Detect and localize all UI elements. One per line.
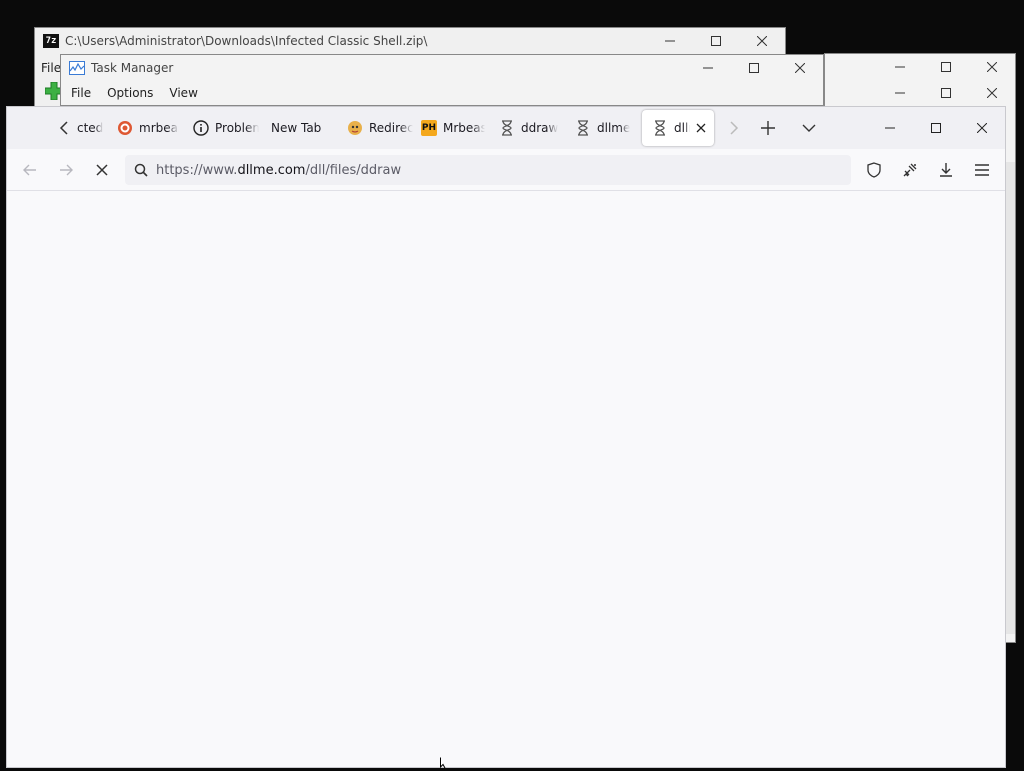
scroll-tabs-right-button[interactable] <box>719 113 749 143</box>
new-tab-button[interactable] <box>753 113 783 143</box>
close-button[interactable] <box>739 28 785 54</box>
minimize-button[interactable] <box>867 115 913 141</box>
stop-button[interactable] <box>87 155 117 185</box>
close-button[interactable] <box>969 80 1015 106</box>
tab-title: dllme <box>674 121 690 135</box>
taskmanager-icon <box>69 61 85 75</box>
arrow-left-icon <box>23 164 36 176</box>
taskmanager-title: Task Manager <box>91 61 174 75</box>
menu-view[interactable]: View <box>161 81 205 105</box>
close-icon <box>696 123 706 133</box>
tab[interactable]: ddraw <box>499 110 559 146</box>
maximize-icon <box>711 36 721 46</box>
url-prefix: https://www. <box>156 162 238 178</box>
search-icon <box>134 163 148 177</box>
hourglass-icon <box>652 120 668 136</box>
chevron-left-icon <box>59 121 68 135</box>
sweep-icon <box>903 163 917 177</box>
url-text: https://www.dllme.com/dll/files/ddraw <box>156 163 401 178</box>
tab-close-button[interactable] <box>696 123 706 133</box>
forward-button[interactable] <box>51 155 81 185</box>
sevenzip-title: C:\Users\Administrator\Downloads\Infecte… <box>65 34 428 48</box>
sevenzip-logo-icon: 7z <box>43 34 59 48</box>
tab-title: New Tab <box>271 121 322 135</box>
minimize-button[interactable] <box>685 55 731 81</box>
duckduckgo-icon <box>117 120 133 136</box>
plus-icon <box>761 121 775 135</box>
tab-title: dllme <box>597 121 631 135</box>
close-icon <box>757 36 767 46</box>
hourglass-icon <box>575 120 591 136</box>
maximize-button[interactable] <box>913 115 959 141</box>
tab-title: Problem <box>215 121 259 135</box>
maximize-icon <box>931 123 941 133</box>
extensions-button[interactable] <box>895 155 925 185</box>
tab-title: ddraw <box>521 121 559 135</box>
maximize-button[interactable] <box>731 55 777 81</box>
tab-active[interactable]: dllme <box>642 110 714 146</box>
taskmanager-window: Task Manager File Options View <box>60 54 824 106</box>
tab-bar: cted mrbeast Problem New Tab Redirect PH… <box>7 107 1005 149</box>
list-all-tabs-button[interactable] <box>794 113 824 143</box>
tab[interactable]: mrbeast <box>117 110 179 146</box>
avatar-icon <box>347 120 363 136</box>
close-icon <box>795 63 805 73</box>
chevron-down-icon <box>802 124 816 132</box>
maximize-button[interactable] <box>923 80 969 106</box>
minimize-button[interactable] <box>877 80 923 106</box>
maximize-icon <box>941 62 951 72</box>
url-bar[interactable]: https://www.dllme.com/dll/files/ddraw <box>125 155 851 185</box>
download-icon <box>940 163 952 177</box>
close-button[interactable] <box>777 55 823 81</box>
back-button[interactable] <box>15 155 45 185</box>
minimize-icon <box>665 40 675 42</box>
firefox-window: cted mrbeast Problem New Tab Redirect PH… <box>6 106 1006 768</box>
hamburger-icon <box>975 164 989 176</box>
cursor-icon <box>440 757 452 769</box>
minimize-icon <box>895 92 905 94</box>
minimize-button[interactable] <box>877 54 923 80</box>
scroll-tabs-left-button[interactable] <box>49 113 79 143</box>
downloads-button[interactable] <box>931 155 961 185</box>
tab-title: Redirect <box>369 121 413 135</box>
close-icon <box>977 123 987 133</box>
tab[interactable]: Problem <box>193 110 259 146</box>
navigation-toolbar: https://www.dllme.com/dll/files/ddraw <box>7 149 1005 191</box>
url-domain: dllme.com <box>237 162 306 178</box>
close-button[interactable] <box>959 115 1005 141</box>
info-icon <box>193 120 209 136</box>
tab[interactable]: New Tab <box>271 110 341 146</box>
menu-options[interactable]: Options <box>99 81 161 105</box>
url-path: /dll/files/ddraw <box>305 162 402 178</box>
close-icon <box>987 62 997 72</box>
ph-icon: PH <box>421 120 437 136</box>
tracking-protection-button[interactable] <box>859 155 889 185</box>
page-content[interactable] <box>7 191 1005 767</box>
maximize-icon <box>749 63 759 73</box>
tab-title: Mrbeast <box>443 121 485 135</box>
hourglass-icon <box>499 120 515 136</box>
tab-title: cted <box>77 121 104 135</box>
maximize-button[interactable] <box>693 28 739 54</box>
close-icon <box>987 88 997 98</box>
minimize-icon <box>895 66 905 68</box>
minimize-icon <box>885 127 895 129</box>
stop-icon <box>96 164 108 176</box>
menu-button[interactable] <box>967 155 997 185</box>
maximize-icon <box>941 88 951 98</box>
arrow-right-icon <box>60 164 73 176</box>
shield-icon <box>867 162 881 178</box>
tab[interactable]: PH Mrbeast <box>421 110 485 146</box>
chevron-right-icon <box>730 121 739 135</box>
minimize-button[interactable] <box>647 28 693 54</box>
tab[interactable]: dllme <box>575 110 635 146</box>
tab[interactable]: cted <box>77 110 107 146</box>
tab-title: mrbeast <box>139 121 179 135</box>
tab[interactable]: Redirect <box>347 110 413 146</box>
menu-file[interactable]: File <box>63 81 99 105</box>
maximize-button[interactable] <box>923 54 969 80</box>
minimize-icon <box>703 67 713 69</box>
close-button[interactable] <box>969 54 1015 80</box>
